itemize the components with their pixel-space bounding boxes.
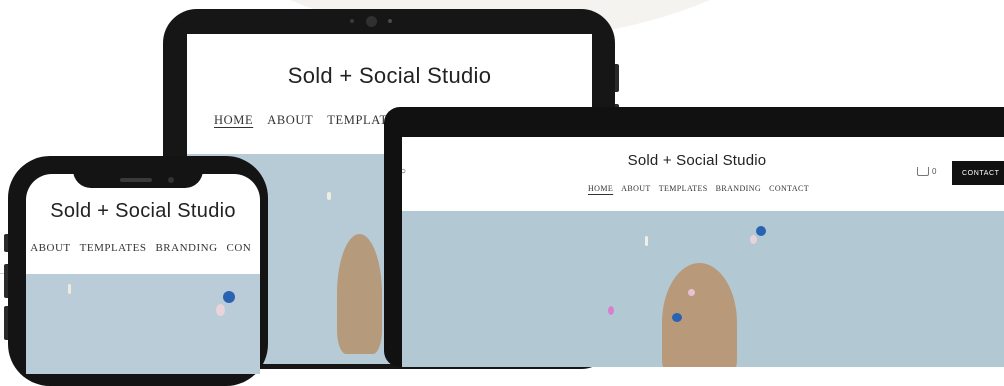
hero-image [26, 274, 260, 374]
nav-item-branding[interactable]: BRANDING [716, 184, 761, 193]
phone-speaker-icon [120, 178, 152, 182]
phone-camera-icon [168, 177, 174, 183]
nav-item-about[interactable]: ABOUT [621, 184, 651, 193]
hero-image [402, 211, 1004, 367]
tablet-camera-icon [366, 16, 377, 27]
nav-item-contact-partial[interactable]: CON [227, 242, 252, 254]
cart-button[interactable]: 0 [917, 167, 936, 176]
nav-item-contact[interactable]: CONTACT [769, 184, 809, 193]
nav-item-templates[interactable]: TEMPLATES [659, 184, 708, 193]
tablet-sensor-icon [388, 19, 392, 23]
laptop-device: ○ Sold + Social Studio HOME ABOUT TEMPLA… [384, 107, 1004, 367]
cart-icon [917, 167, 929, 176]
tablet-sensor-icon [350, 19, 354, 23]
site-title[interactable]: Sold + Social Studio [402, 152, 992, 169]
nav-item-home[interactable]: HOME [588, 184, 613, 193]
tablet-nav: HOME ABOUT TEMPLATES [214, 113, 404, 128]
laptop-nav: HOME ABOUT TEMPLATES BRANDING CONTACT [588, 184, 809, 193]
phone-device: Sold + Social Studio E ABOUT TEMPLATES B… [4, 156, 268, 386]
phone-nav: E ABOUT TEMPLATES BRANDING CON [26, 242, 251, 254]
tablet-volume-button [615, 64, 619, 92]
cart-count: 0 [932, 167, 937, 176]
nav-item-about[interactable]: ABOUT [267, 113, 313, 128]
nav-item-home[interactable]: HOME [214, 113, 253, 128]
phone-volume-up [4, 264, 8, 298]
site-title[interactable]: Sold + Social Studio [26, 200, 260, 223]
nav-item-templates[interactable]: TEMPLATES [80, 242, 147, 254]
laptop-screen: ○ Sold + Social Studio HOME ABOUT TEMPLA… [402, 137, 1004, 367]
phone-screen: Sold + Social Studio E ABOUT TEMPLATES B… [26, 174, 260, 374]
phone-notch [73, 156, 203, 188]
phone-mute-switch [4, 234, 8, 252]
nav-item-branding[interactable]: BRANDING [155, 242, 217, 254]
nav-item-about[interactable]: ABOUT [30, 242, 70, 254]
phone-volume-down [4, 306, 8, 340]
contact-button[interactable]: CONTACT [952, 161, 1004, 185]
site-title[interactable]: Sold + Social Studio [187, 63, 592, 89]
